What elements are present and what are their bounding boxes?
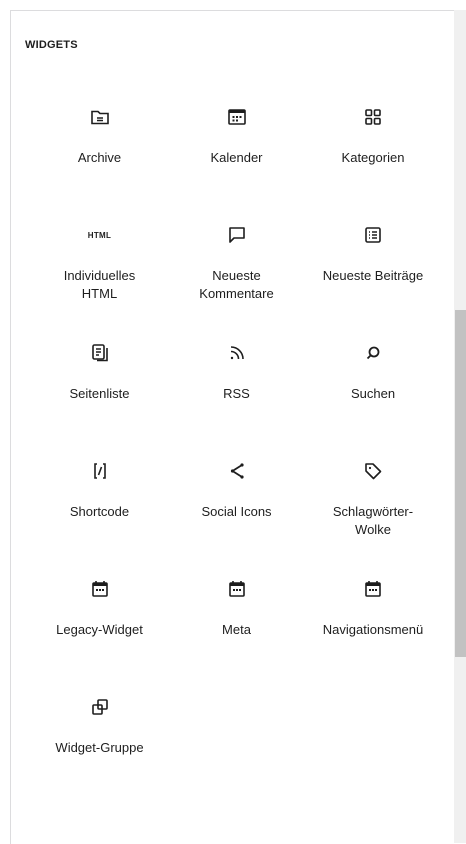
widget-label: Social Icons <box>201 504 272 519</box>
widget-label: Widget-Gruppe <box>55 740 144 755</box>
widget-label: Meta <box>222 622 251 637</box>
comment-bubble-icon <box>225 223 249 247</box>
search-icon <box>361 341 385 365</box>
widget-neueste-kommentare[interactable]: Neueste Kommentare <box>168 213 305 331</box>
share-icon <box>225 459 249 483</box>
widget-widget-gruppe[interactable]: Widget-Gruppe <box>31 685 168 803</box>
widgets-inserter-panel: WIDGETS Archive Kalender Kategorien HTML… <box>10 10 455 844</box>
widget-archive[interactable]: Archive <box>31 95 168 213</box>
widget-navigationsmenue[interactable]: Navigationsmenü <box>305 567 441 685</box>
widget-social-icons[interactable]: Social Icons <box>168 449 305 567</box>
widget-label: Neueste Kommentare <box>199 268 274 301</box>
widget-kategorien[interactable]: Kategorien <box>305 95 441 213</box>
widget-meta[interactable]: Meta <box>168 567 305 685</box>
widget-label: RSS <box>223 386 250 401</box>
section-title: WIDGETS <box>25 39 78 51</box>
scrollbar[interactable] <box>454 10 466 843</box>
widget-shortcode[interactable]: Shortcode <box>31 449 168 567</box>
rss-icon <box>225 341 249 365</box>
grid-icon <box>361 105 385 129</box>
widget-label: Individuelles HTML <box>63 268 136 301</box>
widget-label: Kategorien <box>341 150 405 165</box>
post-list-icon <box>361 223 385 247</box>
widget-label: Archive <box>77 150 122 165</box>
legacy-widget-icon <box>225 577 249 601</box>
widget-legacy-widget[interactable]: Legacy-Widget <box>31 567 168 685</box>
widget-suchen[interactable]: Suchen <box>305 331 441 449</box>
widget-schlagwoerter-wolke[interactable]: Schlagwörter-Wolke <box>305 449 441 567</box>
widget-group-icon <box>88 695 112 719</box>
scrollbar-thumb[interactable] <box>455 310 466 657</box>
shortcode-icon <box>88 459 112 483</box>
widget-label: Shortcode <box>69 504 130 519</box>
widget-seitenliste[interactable]: Seitenliste <box>31 331 168 449</box>
widget-kalender[interactable]: Kalender <box>168 95 305 213</box>
widget-neueste-beitraege[interactable]: Neueste Beiträge <box>305 213 441 331</box>
widget-label: Seitenliste <box>69 386 130 401</box>
widget-label: Neueste Beiträge <box>322 268 424 283</box>
widget-individuelles-html[interactable]: HTML Individuelles HTML <box>31 213 168 331</box>
widget-label: Suchen <box>350 386 396 401</box>
archive-folder-icon <box>88 105 112 129</box>
widget-label: Navigationsmenü <box>322 622 424 637</box>
html-icon-text: HTML <box>87 230 112 240</box>
widget-rss[interactable]: RSS <box>168 331 305 449</box>
legacy-widget-icon <box>361 577 385 601</box>
widget-grid: Archive Kalender Kategorien HTML Individ… <box>31 95 441 803</box>
widget-label: Kalender <box>210 150 263 165</box>
widget-label: Legacy-Widget <box>56 622 143 637</box>
tag-icon <box>361 459 385 483</box>
pages-icon <box>88 341 112 365</box>
legacy-widget-icon <box>88 577 112 601</box>
widget-label: Schlagwörter-Wolke <box>332 504 414 537</box>
html-icon: HTML <box>88 223 112 247</box>
calendar-icon <box>225 105 249 129</box>
